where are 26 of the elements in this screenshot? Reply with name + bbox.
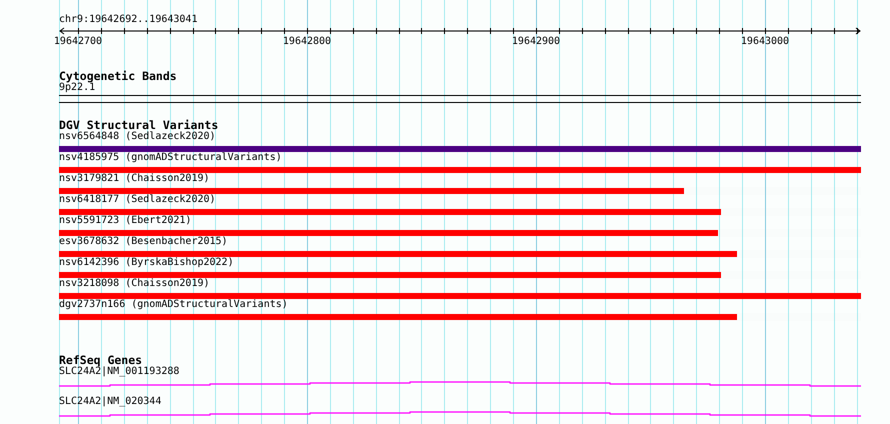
feature-label: SLC24A2|NM_020344: [59, 396, 162, 408]
variant-bar[interactable]: [59, 272, 721, 278]
variant-bar[interactable]: [59, 230, 718, 236]
feature-label: nsv3179821 (Chaisson2019): [59, 173, 210, 185]
tick-label: 19642900: [512, 36, 560, 48]
track-title: DGV Structural Variants: [59, 119, 218, 131]
tick-label: 19643000: [740, 36, 790, 48]
feature-label: 9p22.1: [59, 82, 96, 94]
feature-label: nsv6564848 (Sedlazeck2020): [59, 131, 216, 143]
track-title: Cytogenetic Bands: [59, 70, 177, 82]
feature-label: nsv4185975 (gnomADStructuralVariants): [59, 152, 282, 164]
feature-label: dgv2737n166 (gnomADStructuralVariants): [59, 299, 288, 311]
feature-label: nsv3218098 (Chaisson2019): [59, 278, 210, 290]
tick-label: 19642800: [282, 36, 332, 48]
variant-bar[interactable]: [59, 251, 737, 257]
feature-label: nsv6418177 (Sedlazeck2020): [59, 194, 216, 206]
location-label: chr9:19642692..19643041: [59, 14, 198, 26]
feature-label: nsv6142396 (ByrskaBishop2022): [59, 257, 234, 269]
feature-label: nsv5591723 (Ebert2021): [59, 215, 192, 227]
tick-label: 19642700: [54, 36, 102, 48]
variant-bar[interactable]: [59, 188, 684, 194]
feature-label: esv3678632 (Besenbacher2015): [59, 236, 228, 248]
feature-label: SLC24A2|NM_001193288: [59, 366, 180, 378]
variant-bar[interactable]: [59, 314, 737, 320]
track-title: RefSeq Genes: [59, 354, 142, 366]
variant-bar[interactable]: [59, 209, 721, 215]
